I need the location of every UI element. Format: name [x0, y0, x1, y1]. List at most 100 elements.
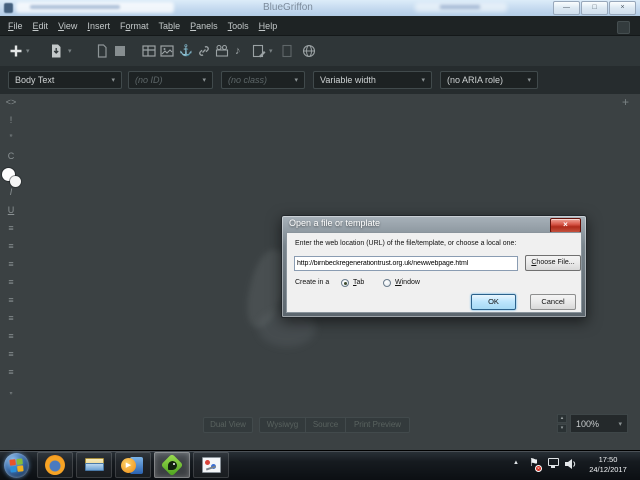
wysiwyg-button[interactable]: Wysiwyg: [259, 417, 306, 433]
panel-toggle-icon[interactable]: [617, 21, 630, 34]
zoom-value: 100%: [576, 419, 618, 429]
zoom-up-button[interactable]: ▴: [557, 414, 567, 423]
show-hidden-icons-button[interactable]: ▲: [513, 460, 519, 466]
stop-square-icon[interactable]: [112, 43, 128, 59]
code-icon[interactable]: <>: [6, 98, 17, 107]
media-player-play-icon: ▶: [121, 458, 136, 473]
open-file-icon[interactable]: [48, 43, 64, 59]
zoom-select[interactable]: 100% ▾: [570, 414, 628, 433]
align-right-icon[interactable]: ≡: [8, 314, 13, 323]
cancel-button[interactable]: Cancel: [530, 294, 576, 310]
class-c-icon[interactable]: C: [8, 152, 15, 161]
plus-dropdown-caret[interactable]: ▾: [26, 47, 30, 55]
speaker-icon[interactable]: [564, 457, 577, 475]
quotes-icon[interactable]: ”: [10, 134, 13, 143]
justify-icon[interactable]: ≡: [8, 332, 13, 341]
id-select[interactable]: (no ID) ▾: [128, 71, 213, 89]
definition-list-icon[interactable]: ≡: [8, 260, 13, 269]
menu-panels[interactable]: Panels: [185, 16, 223, 36]
insert-image-icon[interactable]: [159, 43, 175, 59]
document-icon[interactable]: [94, 43, 110, 59]
bullet-list-icon[interactable]: ≡: [8, 224, 13, 233]
chevron-down-icon: ▾: [202, 76, 206, 84]
taskbar-firefox-button[interactable]: [37, 452, 73, 478]
zoom-spinner: ▴ ▾: [557, 414, 567, 434]
menu-table[interactable]: Table: [154, 16, 186, 36]
desktop: BlueGriffon — □ × FileEditViewInsertForm…: [0, 0, 640, 480]
paragraph-format-select[interactable]: Body Text ▾: [8, 71, 122, 89]
script-icon[interactable]: [279, 43, 295, 59]
choose-file-button[interactable]: Choose File...: [525, 255, 581, 271]
blurred-titlebar-item-text: [440, 5, 480, 9]
dual-view-button[interactable]: Dual View: [203, 417, 253, 433]
align-left-icon[interactable]: ≡: [8, 278, 13, 287]
tab-radio[interactable]: [341, 279, 349, 287]
globe-icon[interactable]: [301, 43, 317, 59]
firefox-icon: [45, 455, 65, 475]
width-select[interactable]: Variable width ▾: [313, 71, 432, 89]
blurred-document-tab-text: [30, 5, 120, 9]
italic-icon[interactable]: I: [10, 188, 13, 197]
explorer-folder-icon: [85, 458, 104, 471]
window-controls: — □ ×: [552, 1, 636, 15]
menu-format[interactable]: Format: [115, 16, 154, 36]
class-select[interactable]: (no class) ▾: [221, 71, 305, 89]
start-button[interactable]: [4, 453, 29, 478]
audio-icon[interactable]: ♪: [235, 45, 241, 58]
taskbar-bluegriffon-button[interactable]: [154, 452, 190, 478]
anchor-icon[interactable]: ⚓: [179, 45, 193, 58]
window-title: BlueGriffon: [263, 2, 313, 13]
align-center-icon[interactable]: ≡: [8, 296, 13, 305]
menu-file[interactable]: File: [3, 16, 28, 36]
window-radio[interactable]: [383, 279, 391, 287]
zoom-down-button[interactable]: ▾: [557, 424, 567, 433]
menu-help[interactable]: Help: [254, 16, 283, 36]
taskbar-paint-button[interactable]: [193, 452, 229, 478]
url-input[interactable]: [294, 256, 518, 271]
open-dropdown-caret[interactable]: ▾: [68, 47, 72, 55]
window-radio-label[interactable]: Window: [395, 279, 420, 286]
underline-icon[interactable]: U: [8, 206, 15, 215]
menu-view[interactable]: View: [53, 16, 82, 36]
network-icon[interactable]: [548, 458, 559, 466]
chevron-down-icon: ▾: [111, 76, 115, 84]
menu-insert[interactable]: Insert: [82, 16, 115, 36]
chevron-down-icon: ▾: [527, 76, 531, 84]
add-tab-button[interactable]: +: [622, 95, 629, 109]
aria-role-select[interactable]: (no ARIA role) ▾: [440, 71, 538, 89]
tab-radio-label[interactable]: Tab: [353, 279, 364, 286]
action-center-alert-badge: ×: [535, 465, 542, 472]
taskbar-media-player-button[interactable]: ▶: [115, 452, 151, 478]
url-prompt-label: Enter the web location (URL) of the file…: [295, 240, 516, 247]
dialog-close-button[interactable]: ×: [550, 218, 581, 233]
formatting-sidebar: <>!”CBIU≡≡≡≡≡≡≡≡≡„: [0, 98, 22, 395]
view-mode-group: Wysiwyg Source Print Preview: [259, 417, 410, 433]
app-icon: [4, 3, 13, 13]
chevron-down-icon: ▾: [294, 76, 298, 84]
numbered-list-icon[interactable]: ≡: [8, 242, 13, 251]
create-in-label: Create in a: [295, 279, 329, 286]
taskbar-clock[interactable]: 17:50 24/12/2017: [586, 455, 630, 475]
dialog-body: Enter the web location (URL) of the file…: [286, 232, 582, 313]
video-icon[interactable]: [214, 43, 230, 59]
restore-button[interactable]: □: [581, 1, 608, 15]
exclamation-icon[interactable]: !: [10, 116, 13, 125]
form-icon[interactable]: [251, 43, 267, 59]
menu-edit[interactable]: Edit: [28, 16, 54, 36]
link-icon[interactable]: [196, 43, 212, 59]
indent-icon[interactable]: ≡: [8, 350, 13, 359]
minimize-button[interactable]: —: [553, 1, 580, 15]
ok-button[interactable]: OK: [471, 294, 516, 310]
menu-tools[interactable]: Tools: [223, 16, 254, 36]
window-titlebar[interactable]: BlueGriffon — □ ×: [0, 0, 640, 16]
form-dropdown-caret[interactable]: ▾: [269, 47, 273, 55]
taskbar-explorer-button[interactable]: [76, 452, 112, 478]
blockquote-icon[interactable]: „: [10, 386, 13, 395]
source-button[interactable]: Source: [306, 417, 346, 433]
main-toolbar: ▾ ▾ ⚓ ♪ ▾: [0, 36, 640, 67]
print-preview-button[interactable]: Print Preview: [346, 417, 410, 433]
outdent-icon[interactable]: ≡: [8, 368, 13, 377]
plus-icon[interactable]: [8, 43, 24, 59]
insert-table-icon[interactable]: [141, 43, 157, 59]
close-button[interactable]: ×: [609, 1, 636, 15]
